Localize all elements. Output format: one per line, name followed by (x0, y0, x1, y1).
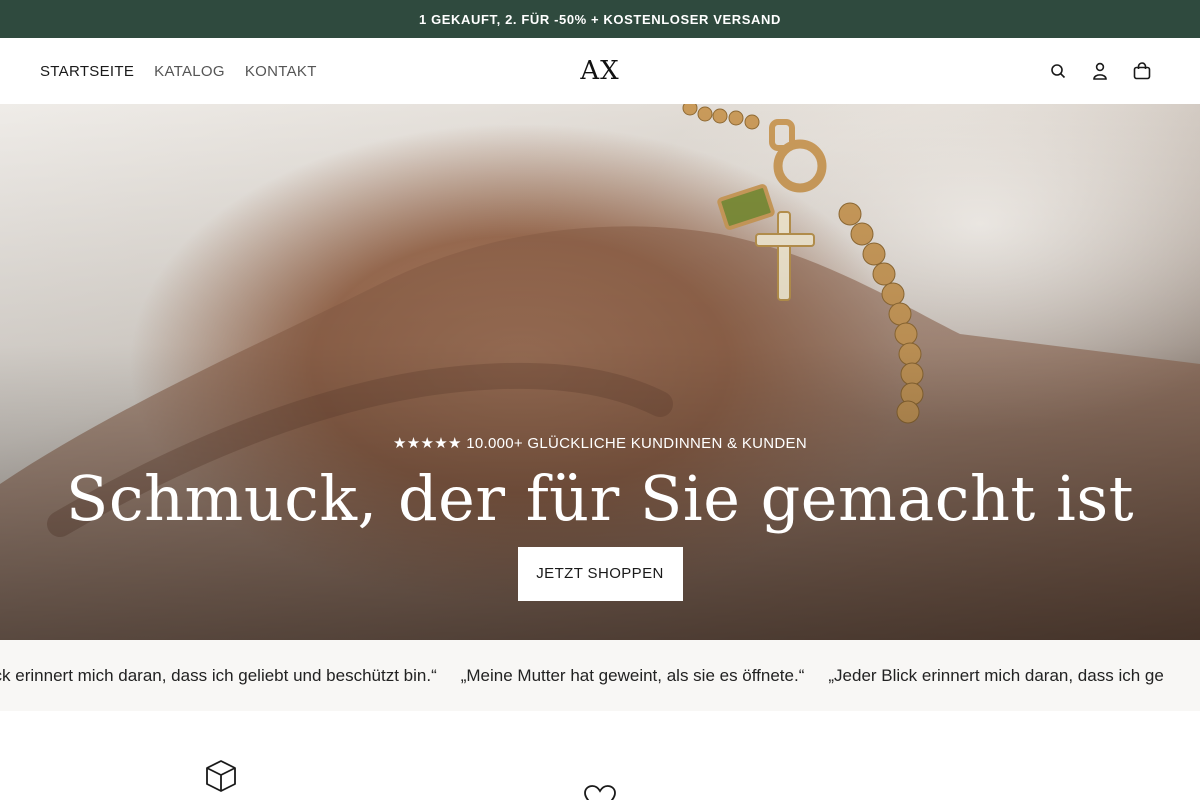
nav-catalog[interactable]: KATALOG (154, 63, 225, 80)
main-nav: STARTSEITE KATALOG KONTAKT (40, 38, 317, 104)
marquee-track: lick erinnert mich daran, dass ich gelie… (0, 640, 1164, 711)
logo[interactable]: AX (560, 38, 640, 104)
site-header: STARTSEITE KATALOG KONTAKT AX (0, 38, 1200, 104)
testimonial-quote: „Jeder Blick erinnert mich daran, dass i… (828, 665, 1164, 685)
heart-icon (584, 785, 616, 800)
box-icon (205, 759, 237, 798)
hero-headline: Schmuck, der für Sie gemacht ist (65, 462, 1135, 535)
features-section (0, 711, 1200, 800)
announcement-bar: 1 GEKAUFT, 2. FÜR -50% + KOSTENLOSER VER… (0, 0, 1200, 38)
shop-now-button[interactable]: JETZT SHOPPEN (517, 547, 683, 601)
testimonial-marquee: lick erinnert mich daran, dass ich gelie… (0, 640, 1200, 711)
cart-icon[interactable] (1132, 61, 1152, 81)
nav-contact[interactable]: KONTAKT (245, 63, 317, 80)
nav-home[interactable]: STARTSEITE (40, 63, 134, 80)
header-icons (1048, 38, 1152, 104)
hero-banner: ★★★★★ 10.000+ GLÜCKLICHE KUNDINNEN & KUN… (0, 104, 1200, 640)
account-icon[interactable] (1090, 61, 1110, 81)
hero-content: ★★★★★ 10.000+ GLÜCKLICHE KUNDINNEN & KUN… (0, 434, 1200, 601)
testimonial-quote: „Meine Mutter hat geweint, als sie es öf… (460, 665, 805, 685)
search-icon[interactable] (1048, 61, 1068, 81)
rating-text: ★★★★★ 10.000+ GLÜCKLICHE KUNDINNEN & KUN… (393, 435, 807, 452)
announcement-text: 1 GEKAUFT, 2. FÜR -50% + KOSTENLOSER VER… (419, 11, 781, 27)
testimonial-quote: lick erinnert mich daran, dass ich gelie… (0, 665, 437, 685)
